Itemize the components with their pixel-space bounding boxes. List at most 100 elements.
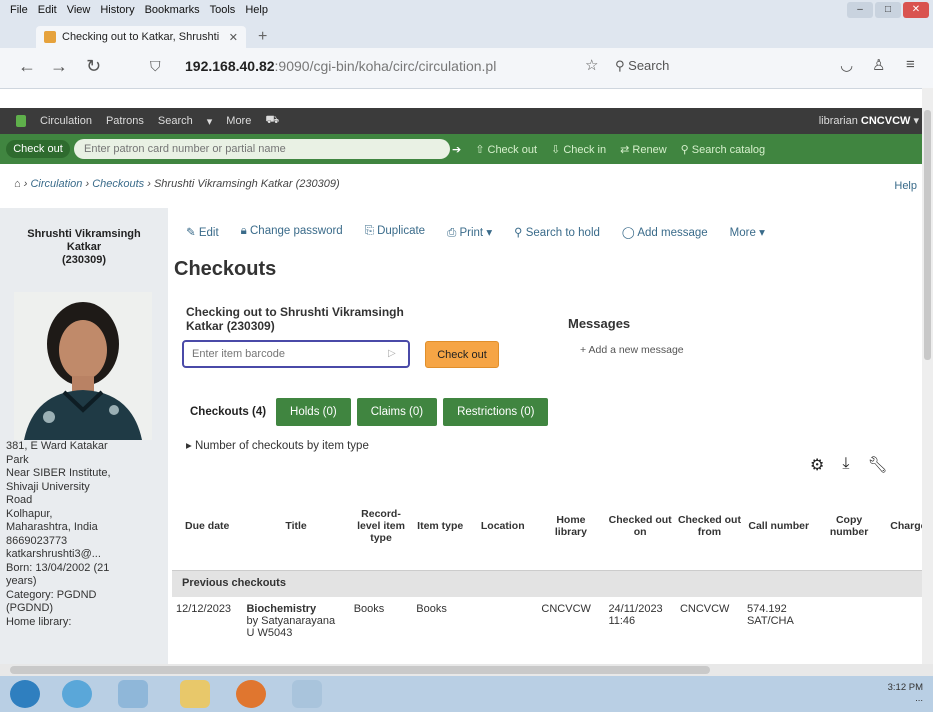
- shield-icon[interactable]: ⛉: [150, 58, 161, 75]
- breadcrumb-checkouts[interactable]: Checkouts: [92, 178, 144, 190]
- search-to-hold-button[interactable]: ⚲ Search to hold: [514, 225, 600, 240]
- tab-claims[interactable]: Claims (0): [356, 398, 438, 426]
- header-checkout-link[interactable]: ⇧ Check out: [475, 143, 537, 156]
- wrench-icon[interactable]: 🔧︎: [867, 455, 887, 475]
- col-due-date[interactable]: Due date: [172, 482, 243, 571]
- media-player-icon[interactable]: [118, 680, 148, 708]
- firefox-icon[interactable]: [236, 680, 266, 708]
- menu-edit[interactable]: Edit: [38, 4, 57, 16]
- submit-arrow-icon[interactable]: ➔: [452, 143, 461, 156]
- col-copy-number[interactable]: Copy number: [814, 482, 884, 571]
- cell-record-type: Books: [353, 603, 385, 615]
- start-button-icon[interactable]: [10, 680, 40, 708]
- koha-logo-icon[interactable]: [16, 115, 26, 127]
- title-link[interactable]: Biochemistry: [246, 603, 316, 615]
- menu-tools[interactable]: Tools: [210, 4, 236, 16]
- reload-icon[interactable]: ↻: [86, 56, 101, 77]
- tab-checkouts[interactable]: Checkouts (4): [186, 398, 271, 426]
- app-window-icon[interactable]: [292, 680, 322, 708]
- nav-more[interactable]: More: [226, 115, 251, 127]
- gear-icon[interactable]: ⚙: [810, 455, 824, 475]
- pocket-icon[interactable]: ◡: [840, 56, 853, 74]
- duplicate-button[interactable]: ⎘ Duplicate: [365, 225, 425, 240]
- forward-icon[interactable]: →: [50, 56, 68, 77]
- barcode-input[interactable]: [182, 340, 410, 368]
- table-row: 12/12/2023 Biochemistry by Satyanarayana…: [172, 597, 933, 643]
- checkout-search-tab[interactable]: Check out: [6, 140, 70, 158]
- col-home-library[interactable]: Home library: [537, 482, 605, 571]
- tab-holds[interactable]: Holds (0): [276, 398, 351, 426]
- patron-email[interactable]: katkarshrushti3@...: [6, 548, 166, 562]
- minimize-button[interactable]: –: [847, 2, 873, 18]
- maximize-button[interactable]: □: [875, 2, 901, 18]
- patron-photo[interactable]: [14, 292, 152, 440]
- header-checkout-label: Check out: [487, 144, 538, 156]
- col-checked-out-on[interactable]: Checked out on: [604, 482, 676, 571]
- table-header-row: Due date Title Record-level item type It…: [172, 482, 933, 571]
- menu-help[interactable]: Help: [245, 4, 268, 16]
- export-icon[interactable]: ⤓: [842, 455, 849, 475]
- checkouts-table: Due date Title Record-level item type It…: [172, 482, 933, 643]
- bookmark-star-icon[interactable]: ☆: [585, 56, 598, 74]
- back-icon[interactable]: ←: [18, 56, 36, 77]
- help-link[interactable]: Help: [894, 180, 917, 192]
- col-checked-out-from[interactable]: Checked out from: [675, 482, 743, 571]
- col-record-type[interactable]: Record-level item type: [349, 482, 413, 571]
- nav-search[interactable]: Search: [158, 115, 193, 127]
- checkouts-by-type-toggle[interactable]: ▸ Number of checkouts by item type: [186, 438, 369, 452]
- change-password-button[interactable]: 🔒︎ Change password: [241, 225, 343, 240]
- chevron-down-icon[interactable]: ▾: [207, 115, 213, 128]
- add-message-button[interactable]: ◯ Add message: [622, 225, 708, 240]
- menu-view[interactable]: View: [67, 4, 91, 16]
- header-renew-label: Renew: [632, 144, 667, 156]
- home-icon[interactable]: ⌂: [14, 178, 21, 190]
- taskbar-clock[interactable]: 3:12 PM ...: [888, 682, 923, 704]
- add-new-message-link[interactable]: + Add a new message: [580, 344, 684, 356]
- browser-tab[interactable]: Checking out to Katkar, Shrushti ✕: [36, 26, 246, 48]
- url-bar[interactable]: 192.168.40.82:9090/cgi-bin/koha/circ/cir…: [185, 58, 496, 74]
- edit-button[interactable]: ✎ Edit: [186, 225, 219, 240]
- header-search-catalog-link[interactable]: ⚲ Search catalog: [681, 143, 766, 156]
- print-button[interactable]: ⎙ Print ▾: [447, 225, 492, 240]
- patron-phone[interactable]: 8669023773: [6, 535, 166, 549]
- cell-call-number: 574.192 SAT/CHA: [746, 603, 794, 627]
- title-author: by Satyanarayana U W5043: [246, 615, 336, 639]
- plus-icon: +: [580, 344, 587, 356]
- breadcrumb-circulation[interactable]: Circulation: [30, 178, 82, 190]
- menu-history[interactable]: History: [100, 4, 134, 16]
- nav-circulation[interactable]: Circulation: [40, 115, 92, 127]
- close-window-button[interactable]: ✕: [903, 2, 929, 18]
- menu-file[interactable]: File: [10, 4, 28, 16]
- account-icon[interactable]: ♙: [872, 56, 885, 74]
- checkouts-by-type-label: Number of checkouts by item type: [194, 440, 369, 452]
- hamburger-menu-icon[interactable]: ≡: [906, 56, 915, 73]
- header-renew-link[interactable]: ⇄ Renew: [620, 143, 667, 156]
- new-tab-icon[interactable]: +: [258, 28, 267, 46]
- col-location[interactable]: Location: [468, 482, 538, 571]
- header-checkin-link[interactable]: ⇩ Check in: [551, 143, 606, 156]
- cart-icon[interactable]: ⛟: [265, 114, 279, 128]
- nav-patrons[interactable]: Patrons: [106, 115, 144, 127]
- menu-bookmarks[interactable]: Bookmarks: [145, 4, 200, 16]
- change-password-label: Change password: [250, 225, 343, 237]
- horizontal-scroll-thumb[interactable]: [10, 666, 710, 674]
- breadcrumb-patron: Shrushti Vikramsingh Katkar (230309): [153, 178, 340, 190]
- internet-explorer-icon[interactable]: [62, 680, 92, 708]
- file-explorer-icon[interactable]: [180, 680, 210, 708]
- tab-restrictions[interactable]: Restrictions (0): [443, 398, 549, 426]
- more-button[interactable]: More ▾: [730, 225, 765, 240]
- col-item-type[interactable]: Item type: [412, 482, 469, 571]
- checkout-button[interactable]: Check out: [425, 341, 499, 368]
- close-tab-icon[interactable]: ✕: [229, 31, 238, 44]
- cell-title: Biochemistry by Satyanarayana U W5043: [242, 597, 349, 643]
- col-call-number[interactable]: Call number: [742, 482, 815, 571]
- patron-address-2: Park: [6, 453, 29, 466]
- patron-info: 381, E Ward Katakar Park Near SIBER Inst…: [6, 440, 166, 629]
- patron-search-input[interactable]: [74, 139, 450, 159]
- vertical-scroll-thumb[interactable]: [924, 110, 931, 360]
- logged-in-user[interactable]: librarian CNCVCW ▾: [819, 114, 919, 127]
- col-title[interactable]: Title: [242, 482, 350, 571]
- browser-search-box[interactable]: ⚲ Search: [615, 58, 669, 74]
- barcode-settings-icon[interactable]: ▷: [388, 348, 396, 359]
- patron-photo-image: [14, 292, 152, 440]
